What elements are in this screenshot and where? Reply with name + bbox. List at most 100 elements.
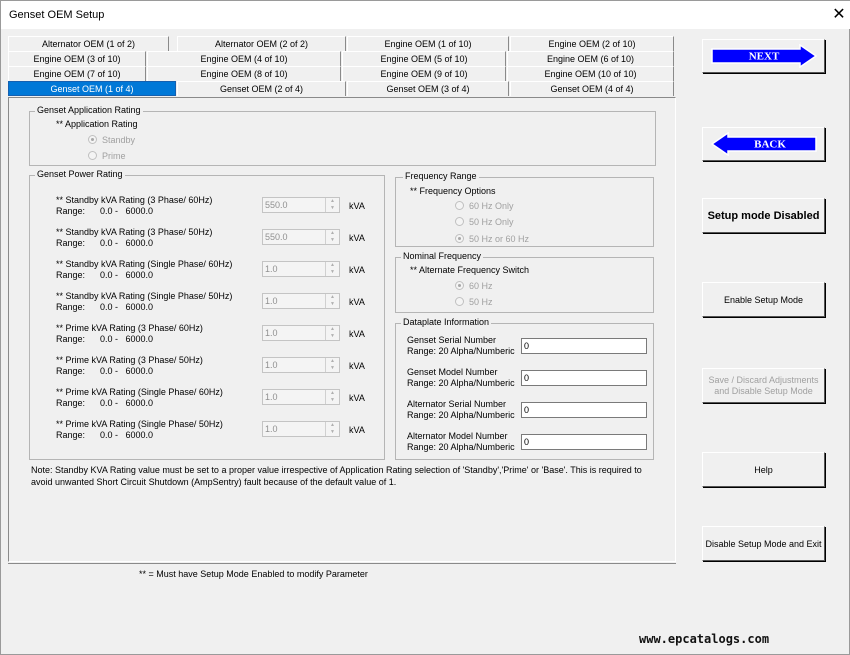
radio-nominal-60hz[interactable] — [455, 281, 464, 290]
close-icon[interactable]: ✕ — [829, 5, 849, 25]
frequency-range-title: Frequency Range — [403, 171, 479, 181]
spinner-arrows[interactable]: ▲ ▼ — [325, 390, 339, 404]
radio-50-or-60hz[interactable] — [455, 234, 464, 243]
tab-genset-oem-4-of-4[interactable]: Genset OEM (4 of 4) — [510, 81, 674, 96]
radio-prime[interactable] — [88, 151, 97, 160]
spinner-arrows[interactable]: ▲ ▼ — [325, 230, 339, 244]
tab-engine-oem-8-of-10[interactable]: Engine OEM (8 of 10) — [147, 66, 341, 81]
power-rating-label: ** Prime kVA Rating (Single Phase/ 60Hz) — [56, 387, 223, 397]
tab-alternator-oem-2-of-2[interactable]: Alternator OEM (2 of 2) — [177, 36, 346, 51]
spinner-up-icon[interactable]: ▲ — [326, 390, 339, 397]
power-rating-value: 1.0 — [265, 296, 278, 306]
power-rating-value: 550.0 — [265, 200, 288, 210]
power-rating-range: Range: 0.0 - 6000.0 — [56, 430, 154, 440]
spinner-arrows[interactable]: ▲ ▼ — [325, 262, 339, 276]
dataplate-field-label: Alternator Serial Number — [407, 399, 507, 409]
tab-engine-oem-2-of-10[interactable]: Engine OEM (2 of 10) — [510, 36, 674, 51]
tab-genset-oem-2-of-4[interactable]: Genset OEM (2 of 4) — [177, 81, 346, 96]
radio-standby-label: Standby — [102, 135, 136, 145]
spinner-down-icon[interactable]: ▼ — [326, 205, 339, 212]
power-rating-label: ** Prime kVA Rating (3 Phase/ 50Hz) — [56, 355, 203, 365]
dataplate-input[interactable]: 0 — [521, 402, 647, 418]
dataplate-input[interactable]: 0 — [521, 370, 647, 386]
tab-engine-oem-4-of-10[interactable]: Engine OEM (4 of 10) — [147, 51, 341, 66]
dataplate-input[interactable]: 0 — [521, 338, 647, 354]
help-button[interactable]: Help — [702, 452, 825, 487]
radio-60hz-only-label: 60 Hz Only — [469, 201, 514, 211]
dataplate-input[interactable]: 0 — [521, 434, 647, 450]
spinner-arrows[interactable]: ▲ ▼ — [325, 326, 339, 340]
spinner-up-icon[interactable]: ▲ — [326, 326, 339, 333]
tab-alternator-oem-1-of-2[interactable]: Alternator OEM (1 of 2) — [8, 36, 169, 51]
power-rating-spinner[interactable]: 1.0 ▲ ▼ — [262, 389, 340, 405]
kva-unit-label: kVA — [349, 361, 365, 371]
radio-prime-label: Prime — [102, 151, 126, 161]
power-rating-range: Range: 0.0 - 6000.0 — [56, 366, 154, 376]
tab-engine-oem-1-of-10[interactable]: Engine OEM (1 of 10) — [347, 36, 509, 51]
spinner-down-icon[interactable]: ▼ — [326, 269, 339, 276]
tab-engine-oem-10-of-10[interactable]: Engine OEM (10 of 10) — [507, 66, 674, 81]
spinner-down-icon[interactable]: ▼ — [326, 333, 339, 340]
enable-setup-mode-button[interactable]: Enable Setup Mode — [702, 282, 825, 317]
tab-genset-oem-1-of-4[interactable]: Genset OEM (1 of 4) — [8, 81, 176, 96]
power-rating-label: ** Standby kVA Rating (Single Phase/ 60H… — [56, 259, 233, 269]
spinner-up-icon[interactable]: ▲ — [326, 262, 339, 269]
spinner-up-icon[interactable]: ▲ — [326, 198, 339, 205]
kva-unit-label: kVA — [349, 265, 365, 275]
power-rating-spinner[interactable]: 550.0 ▲ ▼ — [262, 197, 340, 213]
spinner-down-icon[interactable]: ▼ — [326, 365, 339, 372]
window-title: Genset OEM Setup — [9, 9, 105, 21]
tab-engine-oem-5-of-10[interactable]: Engine OEM (5 of 10) — [342, 51, 506, 66]
power-rating-spinner[interactable]: 1.0 ▲ ▼ — [262, 293, 340, 309]
spinner-arrows[interactable]: ▲ ▼ — [325, 294, 339, 308]
tab-engine-oem-9-of-10[interactable]: Engine OEM (9 of 10) — [342, 66, 506, 81]
radio-nominal-50hz[interactable] — [455, 297, 464, 306]
spinner-up-icon[interactable]: ▲ — [326, 294, 339, 301]
power-rating-value: 1.0 — [265, 392, 278, 402]
dataplate-field-label: Genset Serial Number — [407, 335, 497, 345]
power-rating-value: 1.0 — [265, 360, 278, 370]
power-rating-range: Range: 0.0 - 6000.0 — [56, 302, 154, 312]
next-button[interactable]: NEXT — [702, 39, 825, 73]
power-rating-group — [29, 175, 385, 460]
spinner-arrows[interactable]: ▲ ▼ — [325, 198, 339, 212]
dataplate-field-range: Range: 20 Alpha/Numberic — [407, 410, 515, 420]
power-rating-value: 550.0 — [265, 232, 288, 242]
power-rating-spinner[interactable]: 550.0 ▲ ▼ — [262, 229, 340, 245]
dataplate-field-label: Genset Model Number — [407, 367, 498, 377]
power-rating-label: ** Prime kVA Rating (Single Phase/ 50Hz) — [56, 419, 223, 429]
spinner-down-icon[interactable]: ▼ — [326, 237, 339, 244]
spinner-down-icon[interactable]: ▼ — [326, 397, 339, 404]
spinner-down-icon[interactable]: ▼ — [326, 429, 339, 436]
tab-engine-oem-7-of-10[interactable]: Engine OEM (7 of 10) — [8, 66, 146, 81]
radio-50hz-only[interactable] — [455, 217, 464, 226]
spinner-arrows[interactable]: ▲ ▼ — [325, 422, 339, 436]
spinner-down-icon[interactable]: ▼ — [326, 301, 339, 308]
spinner-arrows[interactable]: ▲ ▼ — [325, 358, 339, 372]
disable-exit-button[interactable]: Disable Setup Mode and Exit — [702, 526, 825, 561]
frequency-options-label: ** Frequency Options — [410, 186, 496, 196]
note-line-2: avoid unwanted Short Circuit Shutdown (A… — [31, 477, 397, 487]
power-rating-range: Range: 0.0 - 6000.0 — [56, 238, 154, 248]
dataplate-title: Dataplate Information — [401, 317, 492, 327]
tab-engine-oem-3-of-10[interactable]: Engine OEM (3 of 10) — [8, 51, 146, 66]
power-rating-spinner[interactable]: 1.0 ▲ ▼ — [262, 261, 340, 277]
next-arrow-icon: NEXT — [710, 44, 817, 68]
spinner-up-icon[interactable]: ▲ — [326, 358, 339, 365]
save-discard-button[interactable]: Save / Discard Adjustments and Disable S… — [702, 368, 825, 403]
radio-nominal-60hz-label: 60 Hz — [469, 281, 493, 291]
spinner-up-icon[interactable]: ▲ — [326, 230, 339, 237]
next-button-label: NEXT — [748, 51, 779, 63]
spinner-up-icon[interactable]: ▲ — [326, 422, 339, 429]
tab-engine-oem-6-of-10[interactable]: Engine OEM (6 of 10) — [507, 51, 674, 66]
back-button[interactable]: BACK — [702, 127, 825, 161]
kva-unit-label: kVA — [349, 297, 365, 307]
setup-mode-status-button[interactable]: Setup mode Disabled — [702, 198, 825, 233]
radio-60hz-only[interactable] — [455, 201, 464, 210]
power-rating-spinner[interactable]: 1.0 ▲ ▼ — [262, 357, 340, 373]
tab-genset-oem-3-of-4[interactable]: Genset OEM (3 of 4) — [347, 81, 509, 96]
dataplate-field-range: Range: 20 Alpha/Numberic — [407, 442, 515, 452]
power-rating-spinner[interactable]: 1.0 ▲ ▼ — [262, 421, 340, 437]
radio-standby[interactable] — [88, 135, 97, 144]
power-rating-spinner[interactable]: 1.0 ▲ ▼ — [262, 325, 340, 341]
